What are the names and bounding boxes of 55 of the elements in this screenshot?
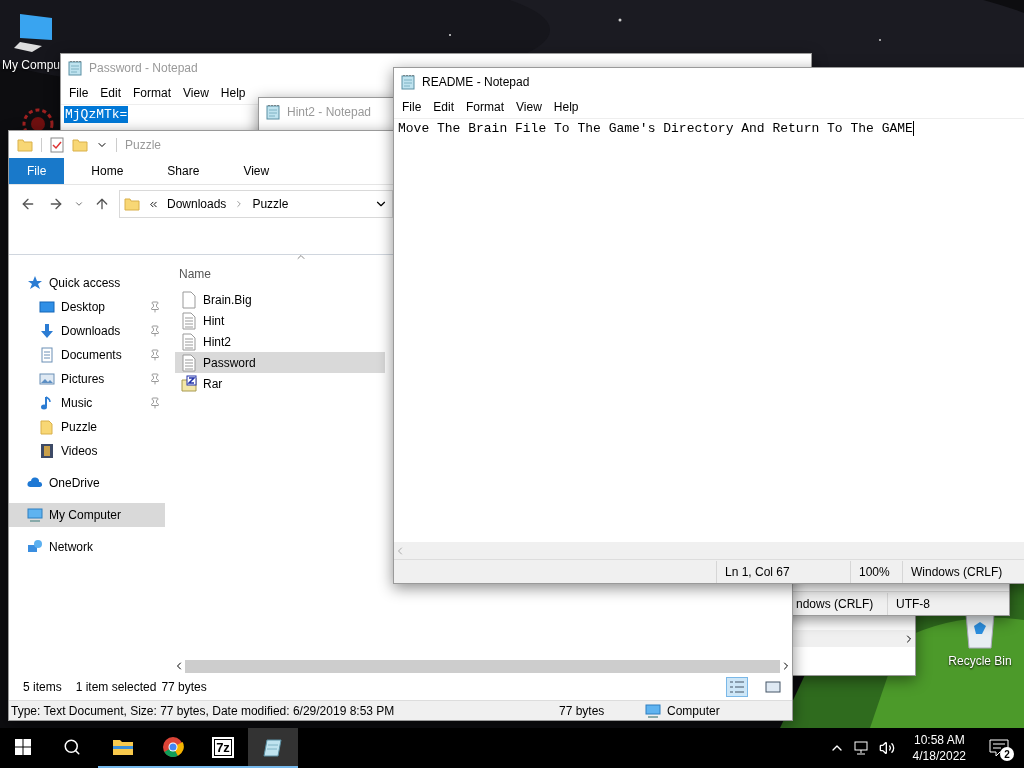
clock[interactable]: 10:58 AM 4/18/2022 <box>912 732 966 764</box>
menu-item[interactable]: View <box>177 86 215 100</box>
file-row[interactable]: Password <box>175 352 385 373</box>
menu-item[interactable]: File <box>396 100 428 114</box>
ribbon-tab[interactable]: Share <box>152 158 215 184</box>
menu-item[interactable]: Format <box>460 100 511 114</box>
nav-item[interactable]: Downloads <box>9 319 165 343</box>
file-row[interactable]: Hint <box>175 310 385 331</box>
window-title: Hint2 - Notepad <box>287 105 372 119</box>
file-row[interactable]: Brain.Big <box>175 289 385 310</box>
menu-item[interactable]: Edit <box>94 86 128 100</box>
details-text: Type: Text Document, Size: 77 bytes, Date modified: 6/29/2019 8:53 PM <box>11 703 395 718</box>
nav-item[interactable]: Videos <box>9 439 165 463</box>
ribbon-tab[interactable]: File <box>9 158 65 184</box>
column-header[interactable]: Name <box>175 255 211 281</box>
nav-item[interactable]: OneDrive <box>9 471 165 495</box>
menu-item[interactable]: Edit <box>427 100 461 114</box>
text-line: Move The Brain File To The Game's Directory And Return To The GAME <box>397 120 915 137</box>
status-text: 100% <box>850 560 902 583</box>
address-bar[interactable]: Downloads Puzzle <box>119 190 393 218</box>
menu-item[interactable]: View <box>510 100 548 114</box>
menu-item[interactable]: Help <box>547 100 585 114</box>
file-row[interactable]: Hint2 <box>175 331 385 352</box>
status-text: 1 item selected <box>75 680 157 694</box>
status-text: Ln 1, Col 67 <box>716 560 850 583</box>
notification-count: 2 <box>1000 747 1014 761</box>
details-text: Computer <box>667 703 720 718</box>
ribbon-tab[interactable]: View <box>228 158 285 184</box>
menu-item[interactable]: Format <box>127 86 178 100</box>
details-text: 77 bytes <box>559 703 605 718</box>
window-title: Puzzle <box>125 137 162 152</box>
menu-item[interactable]: File <box>63 86 95 100</box>
breadcrumb[interactable]: Puzzle <box>252 197 289 211</box>
notifications-button[interactable]: 2 <box>984 733 1014 763</box>
desktop-icon-label[interactable]: My Compu <box>2 58 60 72</box>
nav-item[interactable]: Network <box>9 535 165 559</box>
window-title: README - Notepad <box>422 75 530 89</box>
desktop-icon-label[interactable]: Recycle Bin <box>948 654 1012 668</box>
nav-item[interactable]: My Computer <box>9 503 165 527</box>
nav-item[interactable]: Pictures <box>9 367 165 391</box>
menu-item[interactable]: Help <box>214 86 252 100</box>
nav-item[interactable]: Puzzle <box>9 415 165 439</box>
nav-item[interactable]: Quick access <box>9 271 165 295</box>
status-text: 77 bytes <box>161 680 207 694</box>
window-title: Password - Notepad <box>89 61 198 75</box>
status-text: UTF-8 <box>887 592 1009 615</box>
nav-item[interactable]: Music <box>9 391 165 415</box>
status-text: Windows (CRLF) <box>902 560 1024 583</box>
breadcrumb[interactable]: Downloads <box>167 197 227 211</box>
ribbon-tab[interactable]: Home <box>76 158 139 184</box>
app-logo: 7z <box>212 736 234 758</box>
file-row[interactable]: Rar <box>175 373 385 394</box>
nav-item[interactable]: Documents <box>9 343 165 367</box>
nav-item[interactable]: Desktop <box>9 295 165 319</box>
status-text: 5 items <box>23 680 62 694</box>
